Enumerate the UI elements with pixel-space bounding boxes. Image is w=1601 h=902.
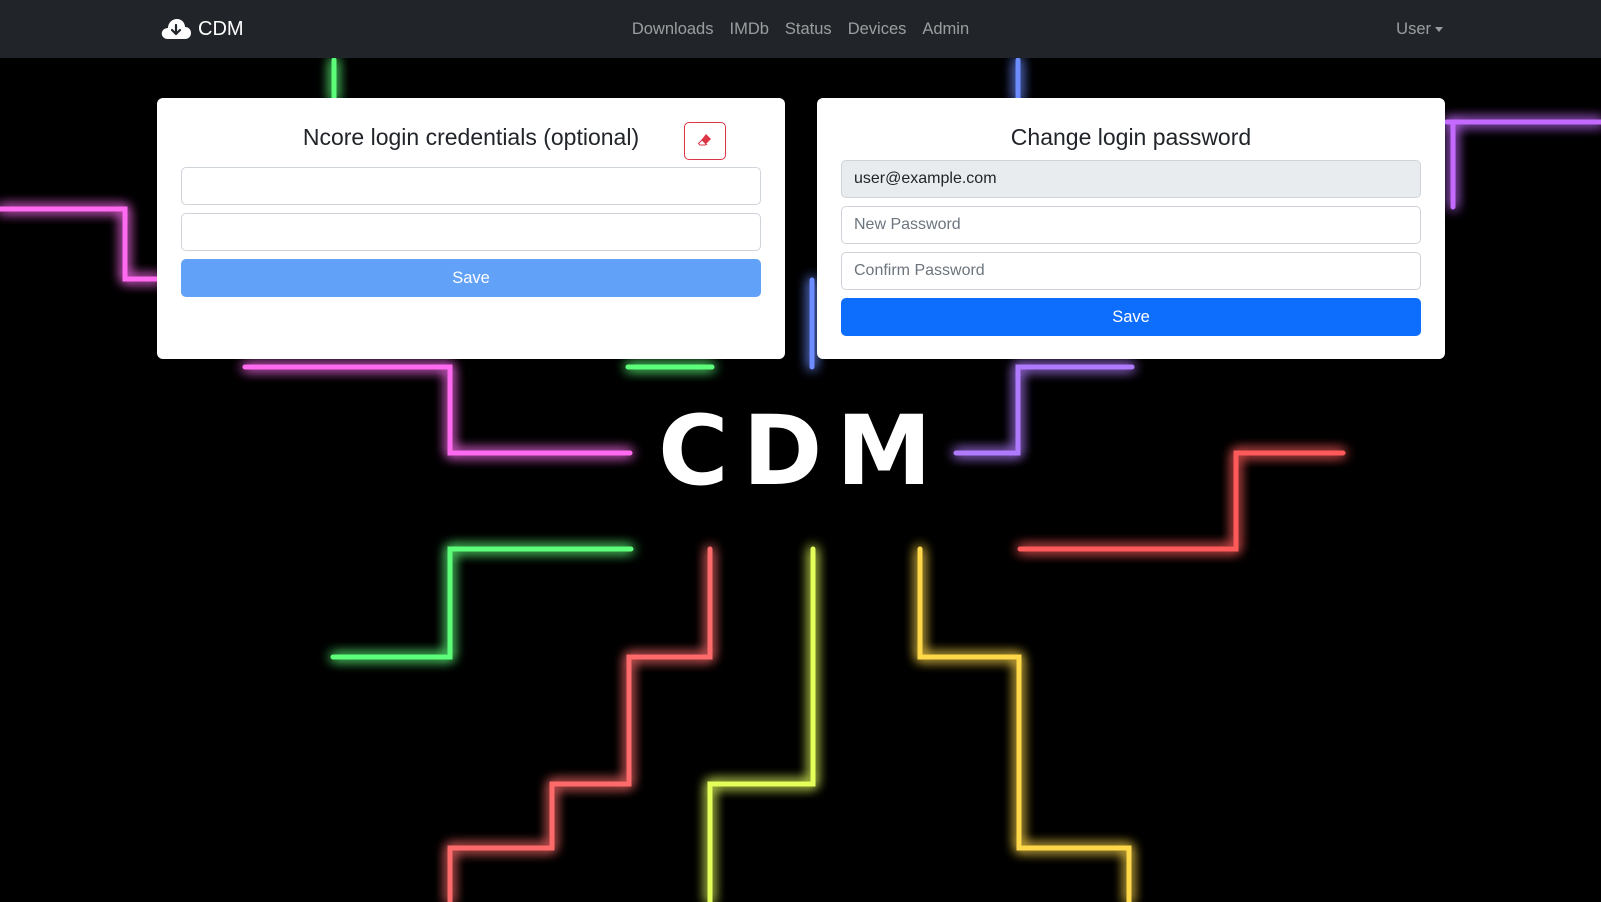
email-field (841, 160, 1421, 198)
new-password-field[interactable] (841, 206, 1421, 244)
change-password-card: Change login password Save (817, 98, 1445, 359)
brand-name: CDM (198, 17, 244, 40)
ncore-credentials-card: Ncore login credentials (optional) Save (157, 98, 785, 359)
nav-link-status[interactable]: Status (777, 0, 840, 58)
brand-link[interactable]: CDM (160, 14, 244, 44)
nav-link-downloads[interactable]: Downloads (624, 0, 722, 58)
cloud-download-icon (160, 17, 192, 41)
ncore-password-field[interactable] (181, 213, 761, 251)
user-dropdown[interactable]: User (1396, 0, 1443, 58)
eraser-icon (697, 132, 713, 151)
ncore-username-field[interactable] (181, 167, 761, 205)
nav-link-admin[interactable]: Admin (914, 0, 977, 58)
top-navbar: CDM Downloads IMDb Status Devices Admin … (0, 0, 1601, 58)
nav-link-devices[interactable]: Devices (840, 0, 915, 58)
nav-link-imdb[interactable]: IMDb (721, 0, 776, 58)
caret-down-icon (1435, 26, 1443, 32)
erase-credentials-button[interactable] (684, 122, 726, 160)
background-logo: CDM (658, 395, 946, 507)
ncore-save-button[interactable]: Save (181, 259, 761, 297)
confirm-password-field[interactable] (841, 252, 1421, 290)
password-save-button[interactable]: Save (841, 298, 1421, 336)
user-dropdown-label: User (1396, 20, 1431, 38)
change-password-title: Change login password (1010, 124, 1252, 150)
